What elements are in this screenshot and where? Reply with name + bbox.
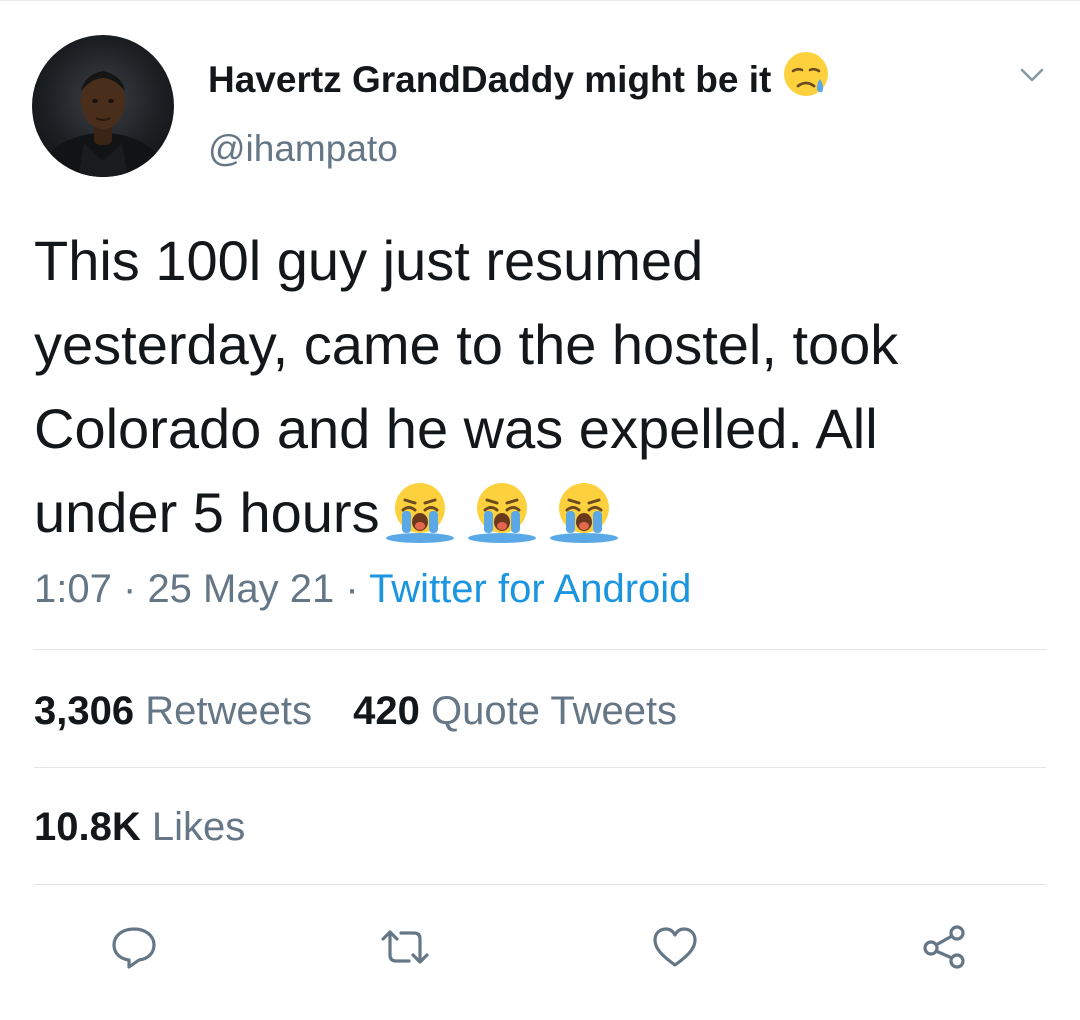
tweet-detail: Havertz GrandDaddy might be it @ihampato… <box>0 0 1080 1020</box>
tweet-text-line-last: under 5 hours <box>34 471 1054 567</box>
likes-stat[interactable]: 10.8K Likes <box>34 805 245 849</box>
likes-count: 10.8K <box>34 805 141 849</box>
tweet-meta: 1:07 · 25 May 21 · Twitter for Android <box>34 561 691 617</box>
divider <box>34 767 1046 768</box>
tweet-source-link[interactable]: Twitter for Android <box>369 567 691 611</box>
tweet-text: This 100l guy just resumed yesterday, ca… <box>34 219 1054 567</box>
reply-icon <box>108 921 160 978</box>
engagement-stats-row: 3,306 Retweets 420 Quote Tweets <box>34 683 707 739</box>
avatar[interactable] <box>32 35 174 177</box>
retweet-button[interactable] <box>377 921 433 977</box>
author-handle[interactable]: @ihampato <box>208 125 831 173</box>
chevron-down-icon[interactable] <box>1014 57 1050 93</box>
loudly-crying-emoji-icon <box>464 480 540 567</box>
tweet-text-line: This 100l guy just resumed <box>34 229 704 292</box>
author-name-row[interactable]: Havertz GrandDaddy might be it <box>208 49 831 111</box>
retweet-icon <box>377 921 433 978</box>
like-button[interactable] <box>647 921 703 977</box>
reply-button[interactable] <box>106 921 162 977</box>
retweets-count: 3,306 <box>34 689 135 733</box>
meta-separator: · <box>122 567 137 611</box>
heart-icon <box>649 921 701 978</box>
retweets-stat[interactable]: 3,306 Retweets <box>34 689 312 733</box>
tweet-text-line: Colorado and he was expelled. All <box>34 397 878 460</box>
meta-separator: · <box>345 567 359 611</box>
loudly-crying-emoji-icon <box>546 480 622 567</box>
loudly-crying-emoji-icon <box>382 480 458 567</box>
likes-label: Likes <box>151 805 246 849</box>
divider <box>34 649 1046 650</box>
tweet-time[interactable]: 1:07 <box>34 567 112 611</box>
tweet-text-line: under 5 hours <box>34 481 380 544</box>
avatar-portrait <box>41 71 165 177</box>
quote-tweets-count: 420 <box>353 689 420 733</box>
tweet-date[interactable]: 25 May 21 <box>147 567 334 611</box>
disappointed-relieved-emoji-icon <box>781 49 831 111</box>
tweet-text-line: yesterday, came to the hostel, took <box>34 313 899 376</box>
quote-tweets-stat[interactable]: 420 Quote Tweets <box>353 689 677 733</box>
divider <box>34 884 1046 885</box>
author-display-name[interactable]: Havertz GrandDaddy might be it <box>208 56 771 104</box>
likes-stat-row: 10.8K Likes <box>34 799 275 855</box>
share-icon <box>918 921 970 978</box>
emoji-group <box>382 480 622 567</box>
tweet-header: Havertz GrandDaddy might be it @ihampato <box>208 49 831 173</box>
tweet-action-bar <box>0 921 1080 977</box>
share-button[interactable] <box>916 921 972 977</box>
quote-tweets-label: Quote Tweets <box>430 689 678 733</box>
retweets-label: Retweets <box>145 689 312 733</box>
